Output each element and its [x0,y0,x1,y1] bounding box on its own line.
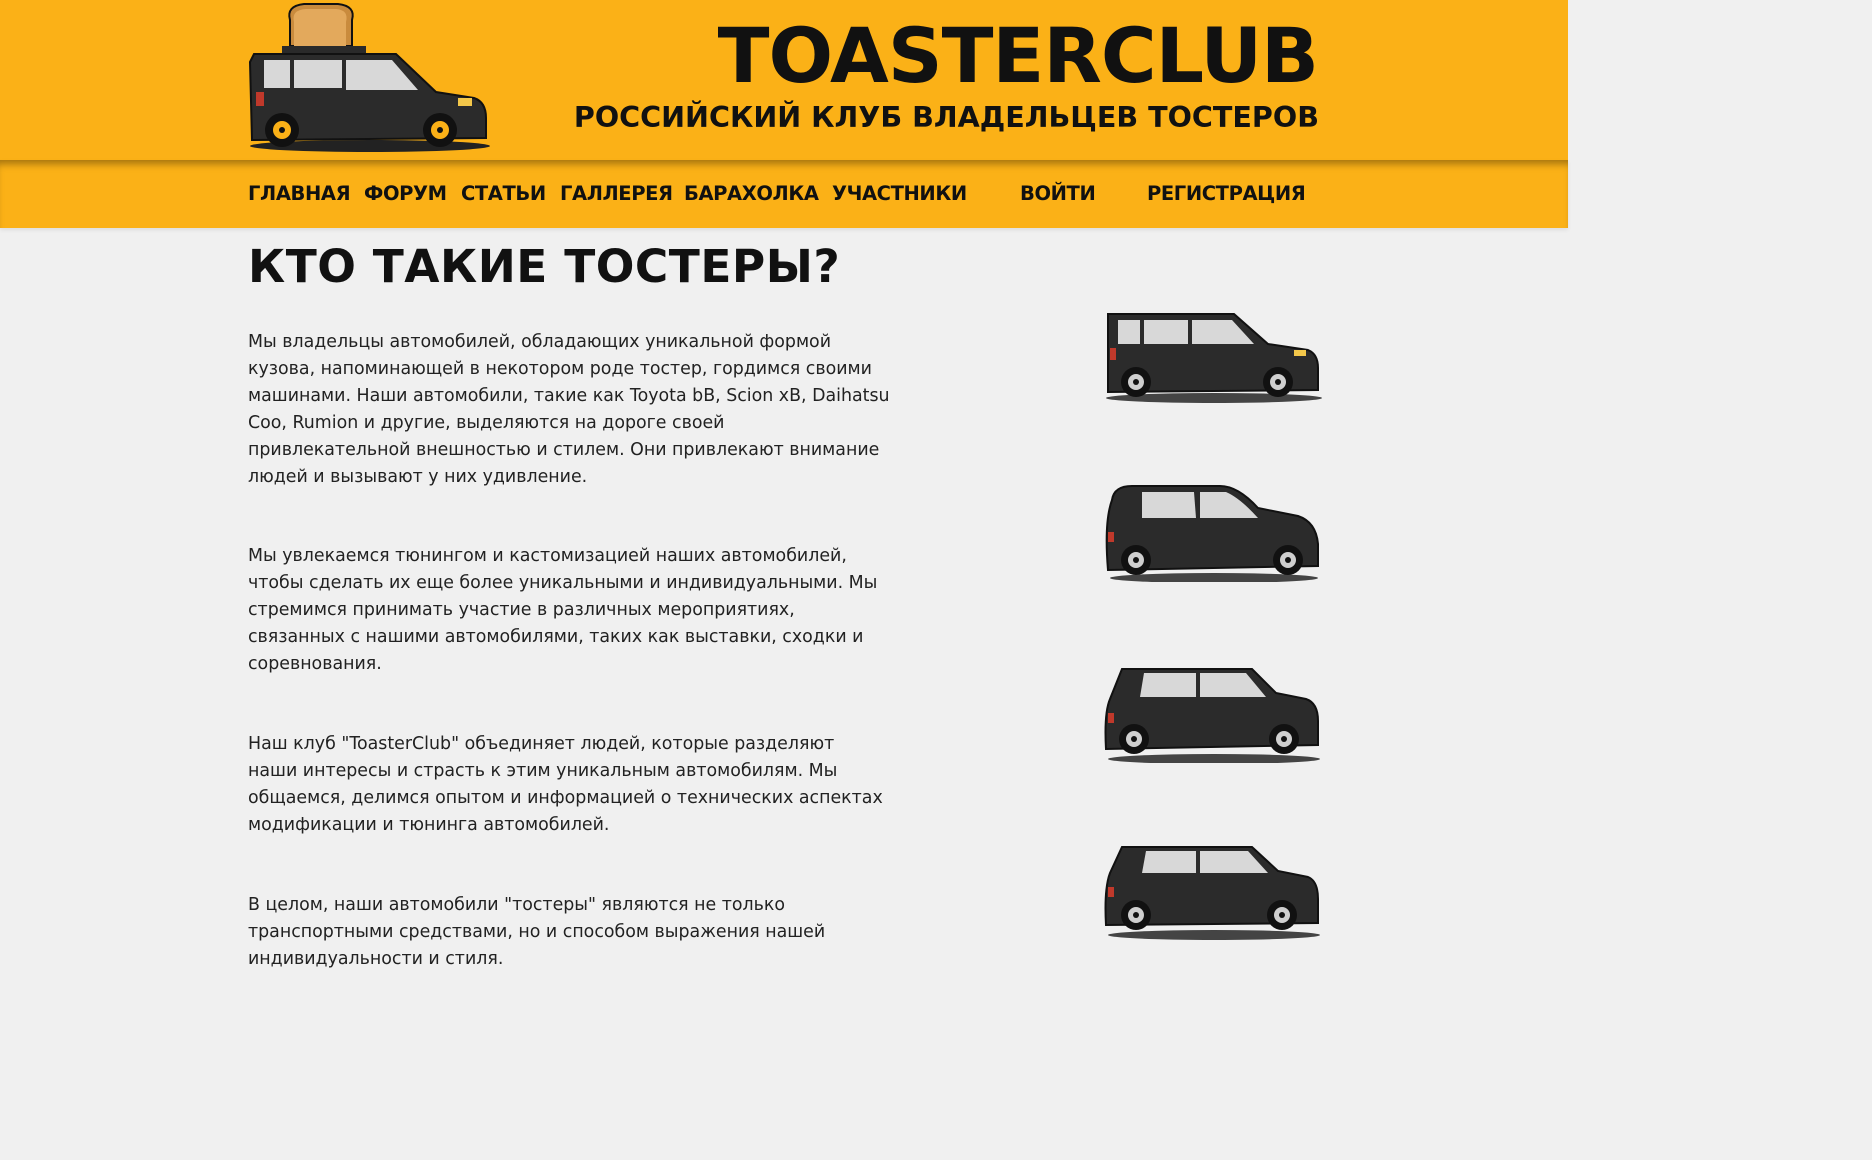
compact-car-icon [1104,846,1320,940]
site-subtitle: РОССИЙСКИЙ КЛУБ ВЛАДЕЛЬЦЕВ ТОСТЕРОВ [573,100,1319,134]
nav-item-members[interactable]: УЧАСТНИКИ [832,182,967,205]
nav-item-flea-market[interactable]: БАРАХОЛКА [684,182,819,205]
login-link[interactable]: ВОЙТИ [1020,182,1096,205]
paragraph-2: Мы увлекаемся тюнингом и кастомизацией н… [248,546,878,674]
site-header: TOASTERCLUB РОССИЙСКИЙ КЛУБ ВЛАДЕЛЬЦЕВ Т… [0,0,1568,160]
nav-item-forum[interactable]: ФОРУМ [364,182,447,205]
rounded-car-icon [1105,485,1319,582]
nav-item-home[interactable]: ГЛАВНАЯ [248,182,351,205]
paragraph-1: Мы владельцы автомобилей, обладающих уни… [248,332,890,487]
page-title: КТО ТАКИЕ ТОСТЕРЫ? [248,240,841,293]
boxy-car-icon [1106,313,1322,403]
compact-car-icon [1104,668,1320,763]
toaster-car-icon[interactable] [246,2,490,154]
main-nav: ГЛАВНАЯ ФОРУМ СТАТЬИ ГАЛЛЕРЕЯ БАРАХОЛКА … [0,160,1568,228]
site-title[interactable]: TOASTERCLUB [718,18,1319,94]
nav-item-gallery[interactable]: ГАЛЛЕРЕЯ [560,182,673,205]
paragraph-4: В целом, наши автомобили "тостеры" являю… [248,895,826,969]
register-link[interactable]: РЕГИСТРАЦИЯ [1147,182,1306,205]
nav-item-articles[interactable]: СТАТЬИ [461,182,546,205]
paragraph-3: Наш клуб "ToasterClub" объединяет людей,… [248,734,883,835]
